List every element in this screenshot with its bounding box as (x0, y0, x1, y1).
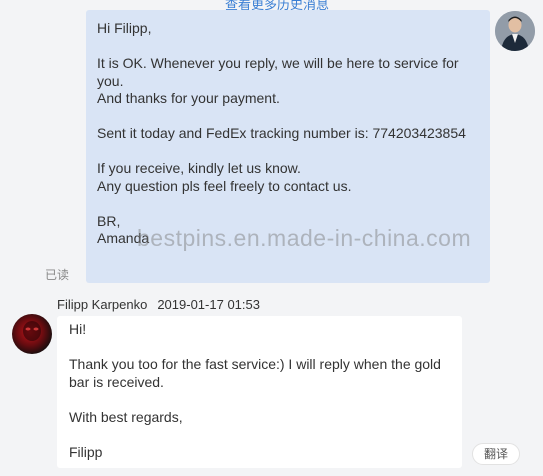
message-line: Hi Filipp, (97, 20, 152, 36)
sender-name: Filipp Karpenko (57, 297, 148, 312)
message-line: Any question pls feel freely to contact … (97, 177, 352, 194)
message-line: Thank you too for the fast service:) I w… (69, 356, 441, 372)
message-line: With best regards, (69, 408, 183, 425)
seller-avatar[interactable] (495, 11, 535, 51)
buyer-avatar-image (12, 314, 52, 354)
message-line (69, 391, 450, 409)
message-line (97, 38, 478, 56)
message-line: you. (97, 72, 124, 89)
message-line: It is OK. Whenever you reply, we will be… (97, 55, 459, 71)
read-status: 已读 (45, 268, 70, 282)
buyer-avatar[interactable] (12, 314, 52, 354)
message-line (97, 195, 478, 213)
message-line: Sent it today and FedEx tracking number … (97, 125, 466, 141)
seller-avatar-image (495, 11, 535, 51)
message-line: If you receive, kindly let us know. (97, 160, 301, 176)
message-timestamp: 2019-01-17 01:53 (157, 297, 260, 312)
message-line (97, 143, 478, 161)
incoming-message-header: Filipp Karpenko 2019-01-17 01:53 (57, 297, 260, 312)
message-line: And thanks for your payment. (97, 90, 280, 106)
message-line (69, 339, 450, 357)
message-line: Filipp (69, 443, 103, 460)
watermark: bestpins.en.made-in-china.com (137, 225, 472, 251)
incoming-message-bubble: Hi! Thank you too for the fast service:)… (57, 316, 462, 468)
translate-button[interactable]: 翻译 (472, 443, 520, 465)
message-line: bar is received. (69, 373, 164, 390)
message-line (97, 108, 478, 126)
message-line: Hi! (69, 321, 87, 337)
message-line (69, 426, 450, 444)
